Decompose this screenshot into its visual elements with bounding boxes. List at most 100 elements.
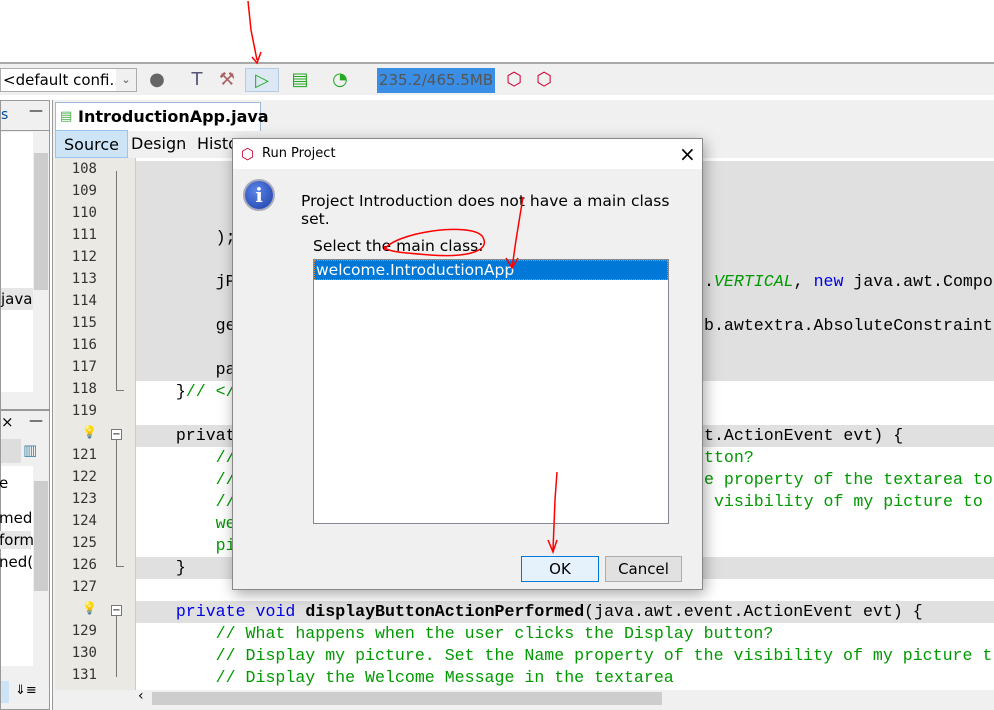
navigator-panel: × — ▥ e med form ned( ⇓≡ [0, 410, 50, 710]
code-text: // [215, 448, 236, 467]
code-text-right: tton? [704, 448, 754, 467]
run-project-button[interactable]: ▷ [245, 68, 279, 92]
line-number: 131 [71, 667, 97, 683]
line-number: 113 [71, 271, 97, 287]
fold-line [116, 611, 124, 677]
code-text: private void displayButtonActionPerforme… [175, 602, 923, 621]
code-text-right: visibility of my picture to [704, 492, 983, 511]
list-item[interactable]: welcome.IntroductionApp [314, 260, 668, 280]
code-text: // [215, 470, 236, 489]
fold-toggle-icon[interactable]: − [111, 429, 122, 440]
line-number: 115 [71, 315, 97, 331]
code-text: pi [136, 536, 236, 555]
clean-build-icon[interactable]: ⚒ [215, 68, 239, 92]
line-number: 121 [71, 447, 97, 463]
info-icon: i [243, 179, 275, 211]
run-project-dialog: ⬡ Run Project × i Project Introduction d… [232, 138, 703, 590]
horizontal-scrollbar[interactable]: ‹ [136, 688, 994, 707]
build-hammer-icon[interactable]: T [185, 68, 209, 92]
code-text: ge [136, 316, 236, 335]
warning-bulb-icon[interactable]: 💡 [55, 425, 97, 439]
tab-design[interactable]: Design [123, 130, 194, 158]
code-text: // Display my picture. Set the Name prop… [215, 646, 993, 665]
netbeans-logo-icon: ⬡ [241, 145, 255, 163]
window-icon[interactable]: ▥ [23, 441, 37, 459]
line-number: 111 [71, 227, 97, 243]
vertical-scrollbar[interactable] [34, 481, 48, 591]
code-text: pa [136, 360, 236, 379]
main-toolbar: <default confi... ⌄ ● T ⚒ ▷ ▤ ◔ 235.2/465… [0, 62, 994, 95]
line-number: 108 [71, 161, 97, 177]
list-item[interactable]: form [0, 531, 34, 549]
line-number: 122 [71, 469, 97, 485]
configuration-combo[interactable]: <default confi... ⌄ [0, 68, 137, 92]
line-number: 117 [71, 359, 97, 375]
code-text: // Display the Welcome Message in the te… [215, 668, 674, 687]
code-text: jP [136, 272, 236, 291]
code-line[interactable]: // What happens when the user clicks the… [136, 623, 994, 645]
line-number: 123 [71, 491, 97, 507]
profile-icon[interactable]: ◔ [328, 68, 352, 92]
file-tab[interactable]: ▤ IntroductionApp.java × [55, 102, 269, 154]
list-item[interactable]: med [0, 509, 32, 527]
fold-toggle-icon[interactable]: − [111, 605, 122, 616]
dialog-title-bar: ⬡ Run Project × [233, 139, 702, 169]
vertical-scrollbar[interactable] [34, 153, 48, 290]
line-number: 119 [71, 403, 97, 419]
line-number: 127 [71, 579, 97, 595]
code-text: ); [136, 228, 236, 247]
profiler-clock-icon[interactable]: ⬡ [502, 68, 526, 92]
annotation-arrow-run [247, 0, 262, 65]
line-number: 124 [71, 513, 97, 529]
toggle-button[interactable] [1, 681, 9, 703]
code-text: privat [136, 426, 236, 445]
list-item[interactable]: java [1, 288, 33, 310]
list-item[interactable]: ned( [0, 553, 33, 571]
chevron-down-icon: ⌄ [116, 69, 136, 91]
line-number: 112 [71, 249, 97, 265]
close-icon[interactable]: × [1, 413, 14, 431]
projects-panel: s — java [0, 100, 50, 410]
code-text: we [136, 514, 236, 533]
line-number: 114 [71, 293, 97, 309]
line-number: 125 [71, 535, 97, 551]
tab-source[interactable]: Source [55, 130, 128, 158]
profiler-snapshot-icon[interactable]: ⬡ [532, 68, 556, 92]
code-text: }// </ [136, 382, 236, 401]
minimize-button[interactable]: — [29, 103, 43, 119]
line-number: 116 [71, 337, 97, 353]
scrollbar-thumb[interactable] [152, 692, 662, 705]
code-text-right: e property of the textarea to [704, 470, 993, 489]
code-text: } [136, 558, 186, 577]
memory-indicator[interactable]: 235.2/465.5MB [377, 68, 495, 93]
code-line[interactable]: // Display my picture. Set the Name prop… [136, 645, 994, 667]
code-line[interactable]: private void displayButtonActionPerforme… [136, 601, 994, 623]
debug-icon[interactable]: ▤ [288, 68, 312, 92]
line-number: 118 [71, 381, 97, 397]
cancel-button[interactable]: Cancel [605, 556, 682, 582]
main-class-label: Select the main class: [313, 237, 484, 255]
code-text-right: b.awtextra.AbsoluteConstraint [704, 316, 993, 335]
minimize-button[interactable]: — [29, 413, 43, 429]
fold-line [116, 435, 124, 567]
sort-icon[interactable]: ⇓≡ [15, 683, 37, 698]
code-line[interactable]: // Display the Welcome Message in the te… [136, 667, 994, 689]
line-number-gutter: 108 109 110 111 112 113 114 115 116 117 118 119 💡 121… [55, 158, 136, 690]
dialog-message: Project Introduction does not have a mai… [301, 192, 670, 228]
line-number: 130 [71, 645, 97, 661]
line-number: 126 [71, 557, 97, 573]
code-text-right: .VERTICAL, new java.awt.Compo [704, 272, 993, 291]
ok-button[interactable]: OK [521, 556, 599, 582]
line-number: 110 [71, 205, 97, 221]
close-icon[interactable]: × [679, 139, 696, 169]
main-class-list[interactable]: welcome.IntroductionApp [313, 259, 669, 524]
filter-combo[interactable] [1, 439, 21, 463]
code-text-right: t.ActionEvent evt) { [704, 426, 904, 445]
java-file-icon: ▤ [60, 109, 73, 124]
line-number: 129 [71, 623, 97, 639]
scroll-left-icon[interactable]: ‹ [138, 688, 144, 704]
list-item[interactable]: e [0, 474, 8, 492]
code-text: // [215, 492, 236, 511]
warning-bulb-icon[interactable]: 💡 [55, 601, 97, 615]
globe-icon[interactable]: ● [145, 68, 169, 92]
